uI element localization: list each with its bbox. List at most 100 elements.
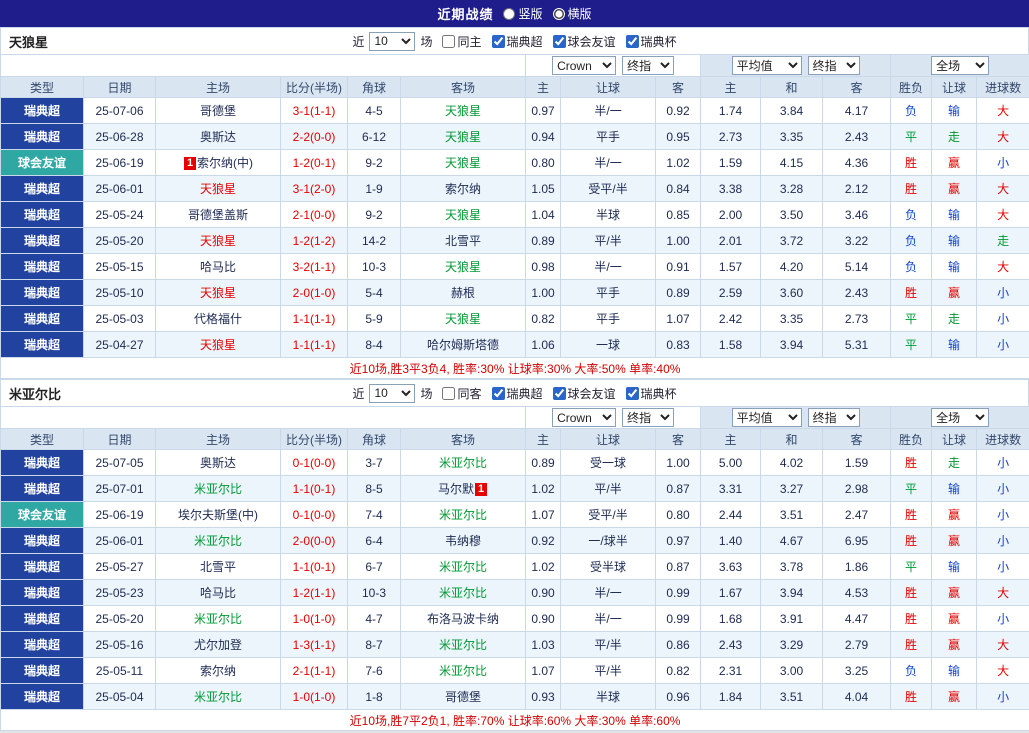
away-team[interactable]: 天狼星 — [399, 305, 527, 332]
home-team[interactable]: 天狼星 — [155, 227, 281, 254]
checkbox-input[interactable] — [552, 34, 566, 48]
away-team[interactable]: 天狼星 — [399, 97, 527, 124]
home-team[interactable]: 米亚尔比 — [155, 605, 281, 632]
filter-checkbox[interactable]: 瑞典超 — [491, 33, 543, 50]
column-header: 让球 — [931, 428, 978, 450]
competition-badge[interactable]: 瑞典超 — [0, 631, 84, 658]
match-count-select[interactable]: 10 — [369, 383, 416, 403]
home-team[interactable]: 哥德堡盖斯 — [155, 201, 281, 228]
home-team[interactable]: 索尔纳 — [155, 657, 281, 684]
match-count-select[interactable]: 10 — [369, 31, 416, 51]
competition-badge[interactable]: 瑞典超 — [0, 201, 84, 228]
competition-badge[interactable]: 瑞典超 — [0, 97, 84, 124]
away-team[interactable]: 索尔纳 — [399, 175, 527, 202]
competition-badge[interactable]: 瑞典超 — [0, 253, 84, 280]
competition-badge[interactable]: 瑞典超 — [0, 527, 84, 554]
checkbox-input[interactable] — [491, 386, 505, 400]
checkbox-input[interactable] — [552, 386, 566, 400]
checkbox-input[interactable] — [625, 34, 639, 48]
home-odds: 1.05 — [525, 175, 562, 202]
corners: 10-3 — [347, 253, 401, 280]
home-team[interactable]: 代格福什 — [155, 305, 281, 332]
away-team[interactable]: 米亚尔比 — [399, 501, 527, 528]
bookmaker-stage-select[interactable]: 终指 — [622, 408, 675, 427]
away-team[interactable]: 米亚尔比 — [399, 657, 527, 684]
away-team[interactable]: 天狼星 — [399, 123, 527, 150]
competition-badge[interactable]: 瑞典超 — [0, 175, 84, 202]
average-stage-select[interactable]: 终指 — [807, 56, 860, 75]
home-team[interactable]: 天狼星 — [155, 331, 281, 358]
away-team[interactable]: 天狼星 — [399, 201, 527, 228]
home-team[interactable]: 哈马比 — [155, 579, 281, 606]
horizontal-radio[interactable] — [552, 7, 565, 20]
away-team[interactable]: 天狼星 — [399, 253, 527, 280]
home-team[interactable]: 哈马比 — [155, 253, 281, 280]
vertical-radio[interactable] — [503, 7, 516, 20]
filter-checkbox[interactable]: 球会友谊 — [552, 33, 616, 50]
home-team[interactable]: 1 索尔纳(中) — [155, 149, 281, 176]
home-team[interactable]: 尤尔加登 — [155, 631, 281, 658]
filter-checkbox[interactable]: 瑞典杯 — [625, 385, 677, 402]
layout-option-vertical[interactable]: 竖版 — [503, 5, 543, 22]
filter-checkbox[interactable]: 瑞典超 — [491, 385, 543, 402]
away-team[interactable]: 米亚尔比 — [399, 579, 527, 606]
away-team[interactable]: 米亚尔比 — [399, 631, 527, 658]
away-team[interactable]: 米亚尔比 — [399, 449, 527, 476]
home-team[interactable]: 天狼星 — [155, 279, 281, 306]
filter-checkbox[interactable]: 球会友谊 — [552, 385, 616, 402]
competition-badge[interactable]: 瑞典超 — [0, 123, 84, 150]
home-team[interactable]: 米亚尔比 — [155, 475, 281, 502]
away-team[interactable]: 哥德堡 — [399, 683, 527, 710]
average-select[interactable]: 平均值 — [731, 408, 802, 427]
match-row: 瑞典超 25-05-20 天狼星 1-2(1-2) 14-2 北雪平 0.89 平/半 1.00… — [0, 227, 1029, 254]
column-header-row: 类型 日期 主场 比分(半场) 角球 客场主让球客主和客胜负 让球 进球数 — [0, 428, 1029, 450]
away-team[interactable]: 韦纳穆 — [399, 527, 527, 554]
filter-checkbox[interactable]: 瑞典杯 — [625, 33, 677, 50]
away-team[interactable]: 布洛马波卡纳 — [399, 605, 527, 632]
competition-badge[interactable]: 瑞典超 — [0, 605, 84, 632]
away-team[interactable]: 赫根 — [399, 279, 527, 306]
filter-checkbox[interactable]: 同主 — [442, 33, 482, 50]
match-date: 25-06-28 — [83, 123, 156, 150]
away-team[interactable]: 马尔默 1 — [399, 475, 527, 502]
checkbox-input[interactable] — [625, 386, 639, 400]
score: 2-0(1-0) — [280, 279, 348, 306]
bookmaker-stage-select[interactable]: 终指 — [622, 56, 675, 75]
home-team[interactable]: 米亚尔比 — [155, 527, 281, 554]
home-team[interactable]: 哥德堡 — [155, 97, 281, 124]
checkbox-input[interactable] — [442, 34, 456, 48]
competition-badge[interactable]: 瑞典超 — [0, 331, 84, 358]
competition-badge[interactable]: 瑞典超 — [0, 657, 84, 684]
competition-badge[interactable]: 瑞典超 — [0, 579, 84, 606]
fulltime-select[interactable]: 全场 — [931, 56, 990, 75]
competition-badge[interactable]: 瑞典超 — [0, 305, 84, 332]
checkbox-input[interactable] — [442, 386, 456, 400]
home-team[interactable]: 北雪平 — [155, 553, 281, 580]
competition-badge[interactable]: 瑞典超 — [0, 449, 84, 476]
home-team[interactable]: 天狼星 — [155, 175, 281, 202]
competition-badge[interactable]: 球会友谊 — [0, 149, 84, 176]
away-team[interactable]: 北雪平 — [399, 227, 527, 254]
competition-badge[interactable]: 瑞典超 — [0, 227, 84, 254]
fulltime-select[interactable]: 全场 — [931, 408, 990, 427]
away-team[interactable]: 天狼星 — [399, 149, 527, 176]
away-team[interactable]: 哈尔姆斯塔德 — [399, 331, 527, 358]
home-team[interactable]: 奥斯达 — [155, 449, 281, 476]
filter-checkbox[interactable]: 同客 — [442, 385, 482, 402]
competition-badge[interactable]: 瑞典超 — [0, 553, 84, 580]
team-link-label: 布洛马波卡纳 — [427, 612, 500, 626]
layout-option-horizontal[interactable]: 横版 — [552, 5, 592, 22]
checkbox-input[interactable] — [491, 34, 505, 48]
competition-badge[interactable]: 瑞典超 — [0, 279, 84, 306]
average-stage-select[interactable]: 终指 — [807, 408, 860, 427]
bookmaker-select[interactable]: Crown — [552, 56, 617, 75]
home-team[interactable]: 埃尔夫斯堡(中) — [155, 501, 281, 528]
competition-badge[interactable]: 瑞典超 — [0, 475, 84, 502]
home-team[interactable]: 米亚尔比 — [155, 683, 281, 710]
away-team[interactable]: 米亚尔比 — [399, 553, 527, 580]
average-select[interactable]: 平均值 — [731, 56, 802, 75]
competition-badge[interactable]: 瑞典超 — [0, 683, 84, 710]
home-team[interactable]: 奥斯达 — [155, 123, 281, 150]
bookmaker-select[interactable]: Crown — [552, 408, 617, 427]
competition-badge[interactable]: 球会友谊 — [0, 501, 84, 528]
